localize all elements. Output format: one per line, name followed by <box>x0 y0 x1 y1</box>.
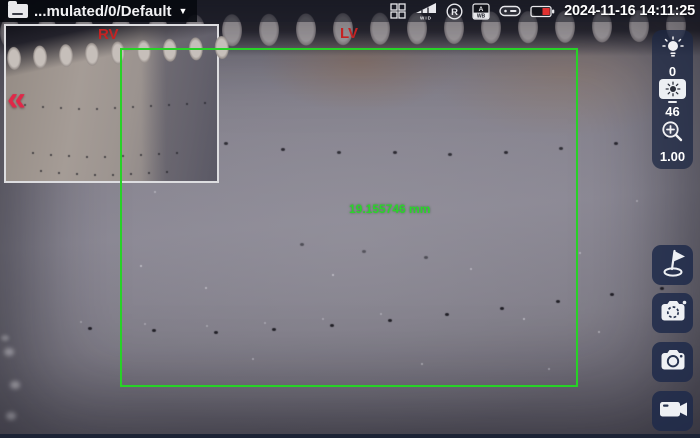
pip-cooling-holes <box>6 26 8 28</box>
storage-drive-icon <box>499 4 521 18</box>
led-brightness-value: 0 <box>669 65 676 78</box>
landmark-button[interactable] <box>652 245 693 285</box>
awb-wb-text: WB <box>477 13 486 19</box>
screen-brightness-button[interactable] <box>659 79 686 103</box>
measurement-area-rect <box>120 48 578 387</box>
battery-low-icon <box>530 5 555 18</box>
video-record-icon <box>656 394 690 429</box>
folder-icon <box>8 4 28 18</box>
wide-angle-wid-icon: WID <box>415 2 437 20</box>
auto-white-balance-icon: A WB <box>472 3 490 20</box>
file-path-selector[interactable]: ...mulated/0/Default ▼ <box>0 0 197 22</box>
timestamp: 2024-11-16 14:11:25 <box>564 3 695 19</box>
photo-capture-icon <box>656 345 690 380</box>
screen-brightness-value: 46 <box>665 105 679 118</box>
adjustment-panel: 0 46 <box>652 30 693 169</box>
top-bar: ...mulated/0/Default ▼ WID <box>0 0 700 22</box>
zoom-in-icon <box>660 119 685 149</box>
status-icons: WID R A WB <box>390 2 700 20</box>
r-text: R <box>451 7 458 18</box>
bottom-border <box>0 434 700 438</box>
wid-text: WID <box>420 16 432 21</box>
zoom-in-button[interactable] <box>660 119 685 149</box>
main-view-label-lv: LV <box>340 25 358 42</box>
freeze-frame-camera-icon <box>656 296 690 331</box>
led-brightness-icon <box>661 36 685 64</box>
pip-label-rv: RV <box>98 26 119 43</box>
borescope-app: RV « LV 19.155746 mm ...mulated/0/Defaul… <box>0 0 700 438</box>
record-r-icon: R <box>446 3 463 20</box>
digital-zoom-value: 1.00 <box>660 150 685 163</box>
dropdown-caret-icon: ▼ <box>179 6 188 16</box>
record-video-button[interactable] <box>652 391 693 431</box>
screen-brightness-icon <box>659 79 686 99</box>
capture-photo-button[interactable] <box>652 342 693 382</box>
freeze-frame-button[interactable] <box>652 293 693 333</box>
landmark-flag-icon <box>656 247 690 284</box>
collapse-pip-button[interactable]: « <box>7 82 26 116</box>
quad-view-grid-icon <box>390 3 406 19</box>
file-path-label: ...mulated/0/Default <box>34 3 172 20</box>
led-brightness-button[interactable] <box>661 36 685 64</box>
measurement-value: 19.155746 mm <box>349 202 430 216</box>
awb-a-text: A <box>479 6 484 13</box>
